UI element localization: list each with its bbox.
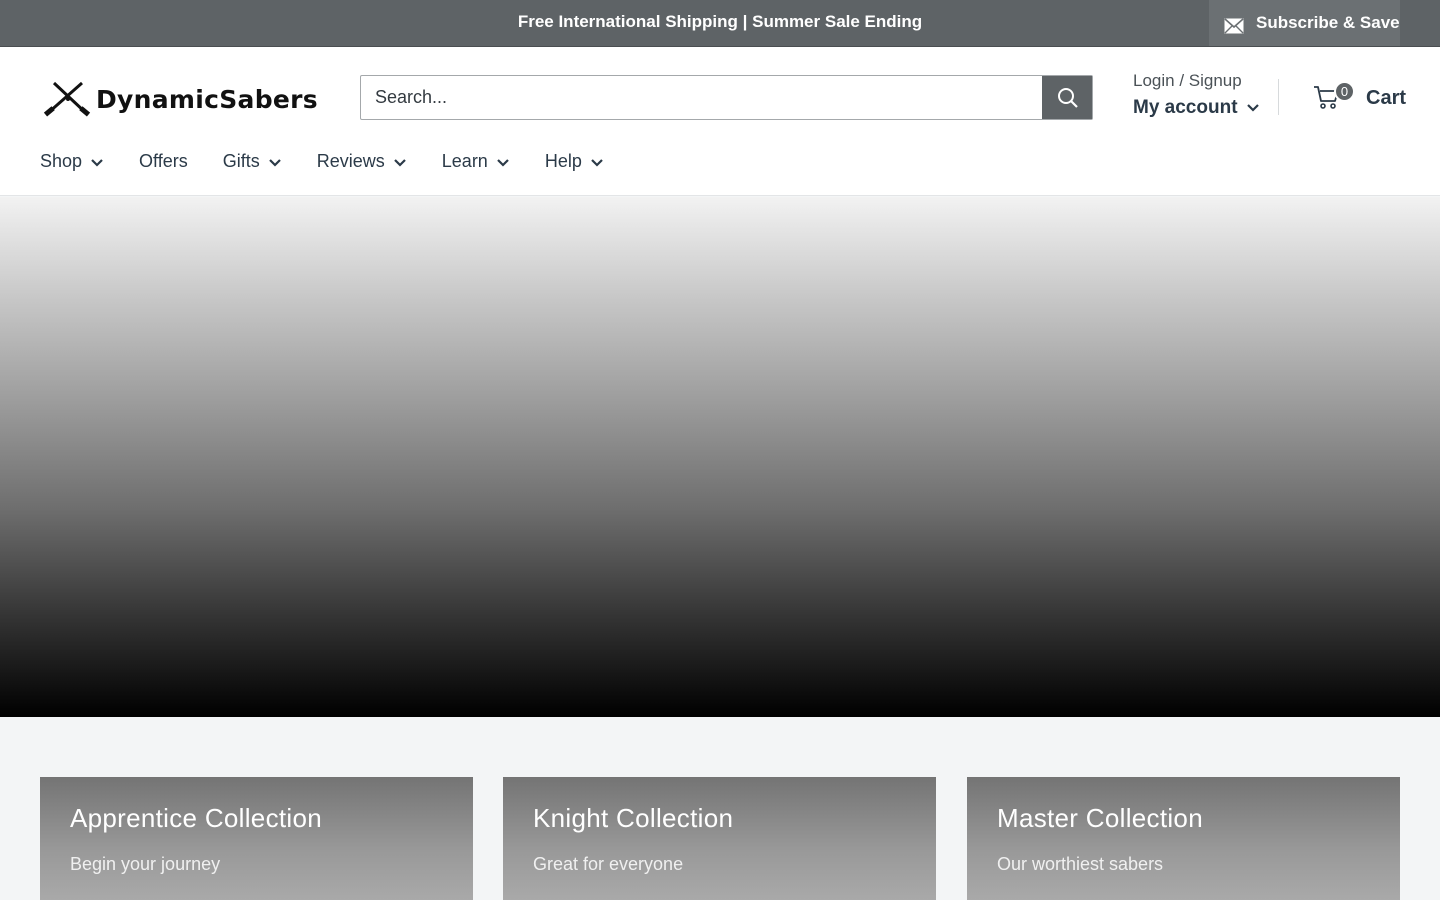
subscribe-button[interactable]: Subscribe & Save: [1209, 0, 1400, 46]
chevron-down-icon: [591, 158, 603, 167]
search-icon: [1057, 87, 1078, 108]
header-divider: [1278, 79, 1279, 115]
nav-item-label: Help: [544, 151, 582, 171]
mail-icon: [1224, 18, 1244, 34]
collection-card-knight[interactable]: Knight Collection Great for everyone: [503, 777, 936, 900]
chevron-down-icon: [1246, 104, 1259, 112]
nav-item-label: Offers: [139, 151, 188, 171]
nav-item-label: Reviews: [316, 151, 385, 171]
nav-item-reviews[interactable]: Reviews: [317, 151, 407, 172]
chevron-down-icon: [268, 158, 281, 167]
nav-item-offers[interactable]: Offers: [139, 151, 188, 172]
search-input[interactable]: [361, 76, 1042, 119]
collection-title: Apprentice Collection: [70, 803, 322, 833]
collection-card-master[interactable]: Master Collection Our worthiest sabers: [967, 777, 1400, 900]
cart-label: Cart: [1366, 86, 1407, 109]
nav-item-shop[interactable]: Shop: [40, 151, 104, 172]
nav-item-label: Gifts: [222, 151, 260, 171]
collection-title: Master Collection: [997, 803, 1203, 833]
collection-subtitle: Great for everyone: [533, 854, 684, 874]
search-bar: [360, 75, 1093, 120]
collection-subtitle: Our worthiest sabers: [997, 854, 1164, 874]
collection-title: Knight Collection: [533, 803, 734, 833]
nav-item-label: Learn: [441, 151, 488, 171]
collection-subtitle: Begin your journey: [70, 854, 221, 874]
collections-row: Apprentice Collection Begin your journey…: [40, 777, 1400, 900]
account-menu: Login / Signup My account: [1133, 71, 1260, 119]
main-nav: Shop Offers Gifts Reviews Learn Help: [40, 151, 639, 172]
login-signup-link[interactable]: Login / Signup: [1133, 71, 1260, 91]
cart-count-badge: 0: [1334, 81, 1355, 102]
logo[interactable]: DynamicSabers: [42, 79, 318, 119]
nav-item-gifts[interactable]: Gifts: [223, 151, 282, 172]
logo-text: DynamicSabers: [96, 84, 318, 114]
nav-item-label: Shop: [40, 151, 83, 171]
my-account-dropdown[interactable]: My account: [1133, 97, 1260, 119]
site-header: DynamicSabers Login / Signup My account …: [0, 46, 1440, 196]
cart-link[interactable]: Cart: [1313, 83, 1406, 111]
nav-item-learn[interactable]: Learn: [442, 151, 510, 172]
chevron-down-icon: [91, 158, 103, 167]
hero-banner[interactable]: [0, 197, 1440, 717]
chevron-down-icon: [497, 158, 509, 167]
my-account-label: My account: [1133, 97, 1238, 118]
announcement-bar: Free International Shipping | Summer Sal…: [0, 0, 1440, 46]
chevron-down-icon: [394, 158, 406, 167]
crossed-sabers-icon: [43, 81, 91, 117]
nav-item-help[interactable]: Help: [545, 151, 604, 172]
search-button[interactable]: [1042, 76, 1092, 119]
collection-card-apprentice[interactable]: Apprentice Collection Begin your journey: [40, 777, 473, 900]
subscribe-label: Subscribe & Save: [1256, 13, 1400, 32]
